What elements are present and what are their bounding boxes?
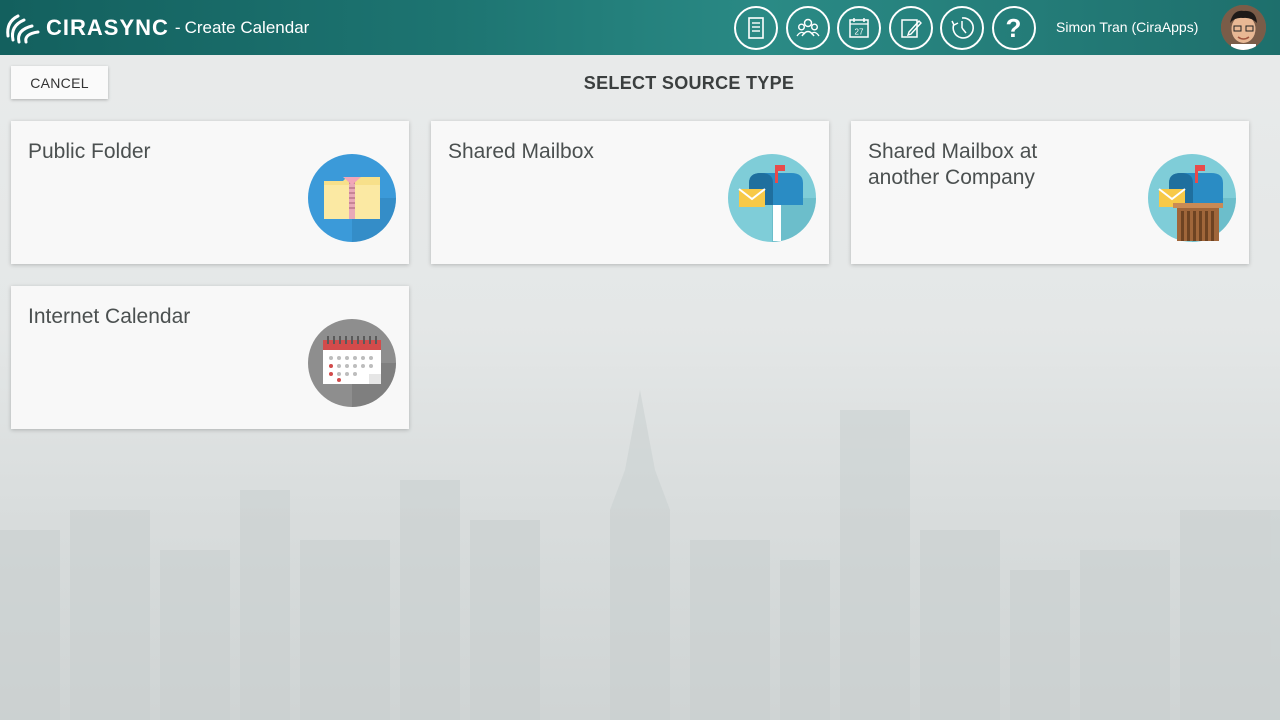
- mailbox-building-icon: [1148, 154, 1236, 242]
- page-title: Create Calendar: [184, 17, 310, 37]
- calendar-day-label: 27: [855, 28, 864, 37]
- cirasync-logo-icon: [6, 14, 40, 43]
- card-label: Public Folder: [28, 140, 151, 163]
- brand-name: CIRASYNC: [46, 14, 169, 40]
- avatar[interactable]: [1221, 5, 1266, 50]
- edit-icon[interactable]: [888, 6, 933, 50]
- title-separator: -: [174, 17, 181, 37]
- zip-folder-icon: [308, 154, 396, 242]
- section-title: SELECT SOURCE TYPE: [583, 73, 795, 93]
- help-icon[interactable]: ?: [991, 6, 1036, 50]
- card-label: Shared Mailbox: [448, 140, 594, 163]
- card-label: Internet Calendar: [28, 305, 191, 328]
- source-card-shared-mailbox-another-company[interactable]: Shared Mailbox at another Company: [851, 121, 1249, 264]
- internet-calendar-icon: [308, 319, 396, 407]
- brand[interactable]: CIRASYNC - Create Calendar: [2, 8, 309, 48]
- header-nav: 27 ?: [734, 6, 1043, 50]
- user-name[interactable]: Simon Tran (CiraApps): [1056, 19, 1198, 35]
- calendar-icon[interactable]: 27: [837, 6, 881, 50]
- document-list-icon[interactable]: [734, 6, 778, 50]
- city-skyline-background: [0, 390, 1280, 720]
- source-card-internet-calendar[interactable]: Internet Calendar: [11, 286, 409, 429]
- help-glyph: ?: [1005, 13, 1022, 43]
- top-bar: CIRASYNC - Create Calendar 27 ? Simon Tr…: [0, 0, 1280, 55]
- card-label: Shared Mailbox at another Company: [868, 140, 1038, 189]
- source-card-public-folder[interactable]: Public Folder: [11, 121, 409, 264]
- users-group-icon[interactable]: [785, 6, 830, 50]
- mailbox-icon: [728, 154, 816, 242]
- history-icon[interactable]: [940, 6, 984, 50]
- source-card-shared-mailbox[interactable]: Shared Mailbox: [431, 121, 829, 264]
